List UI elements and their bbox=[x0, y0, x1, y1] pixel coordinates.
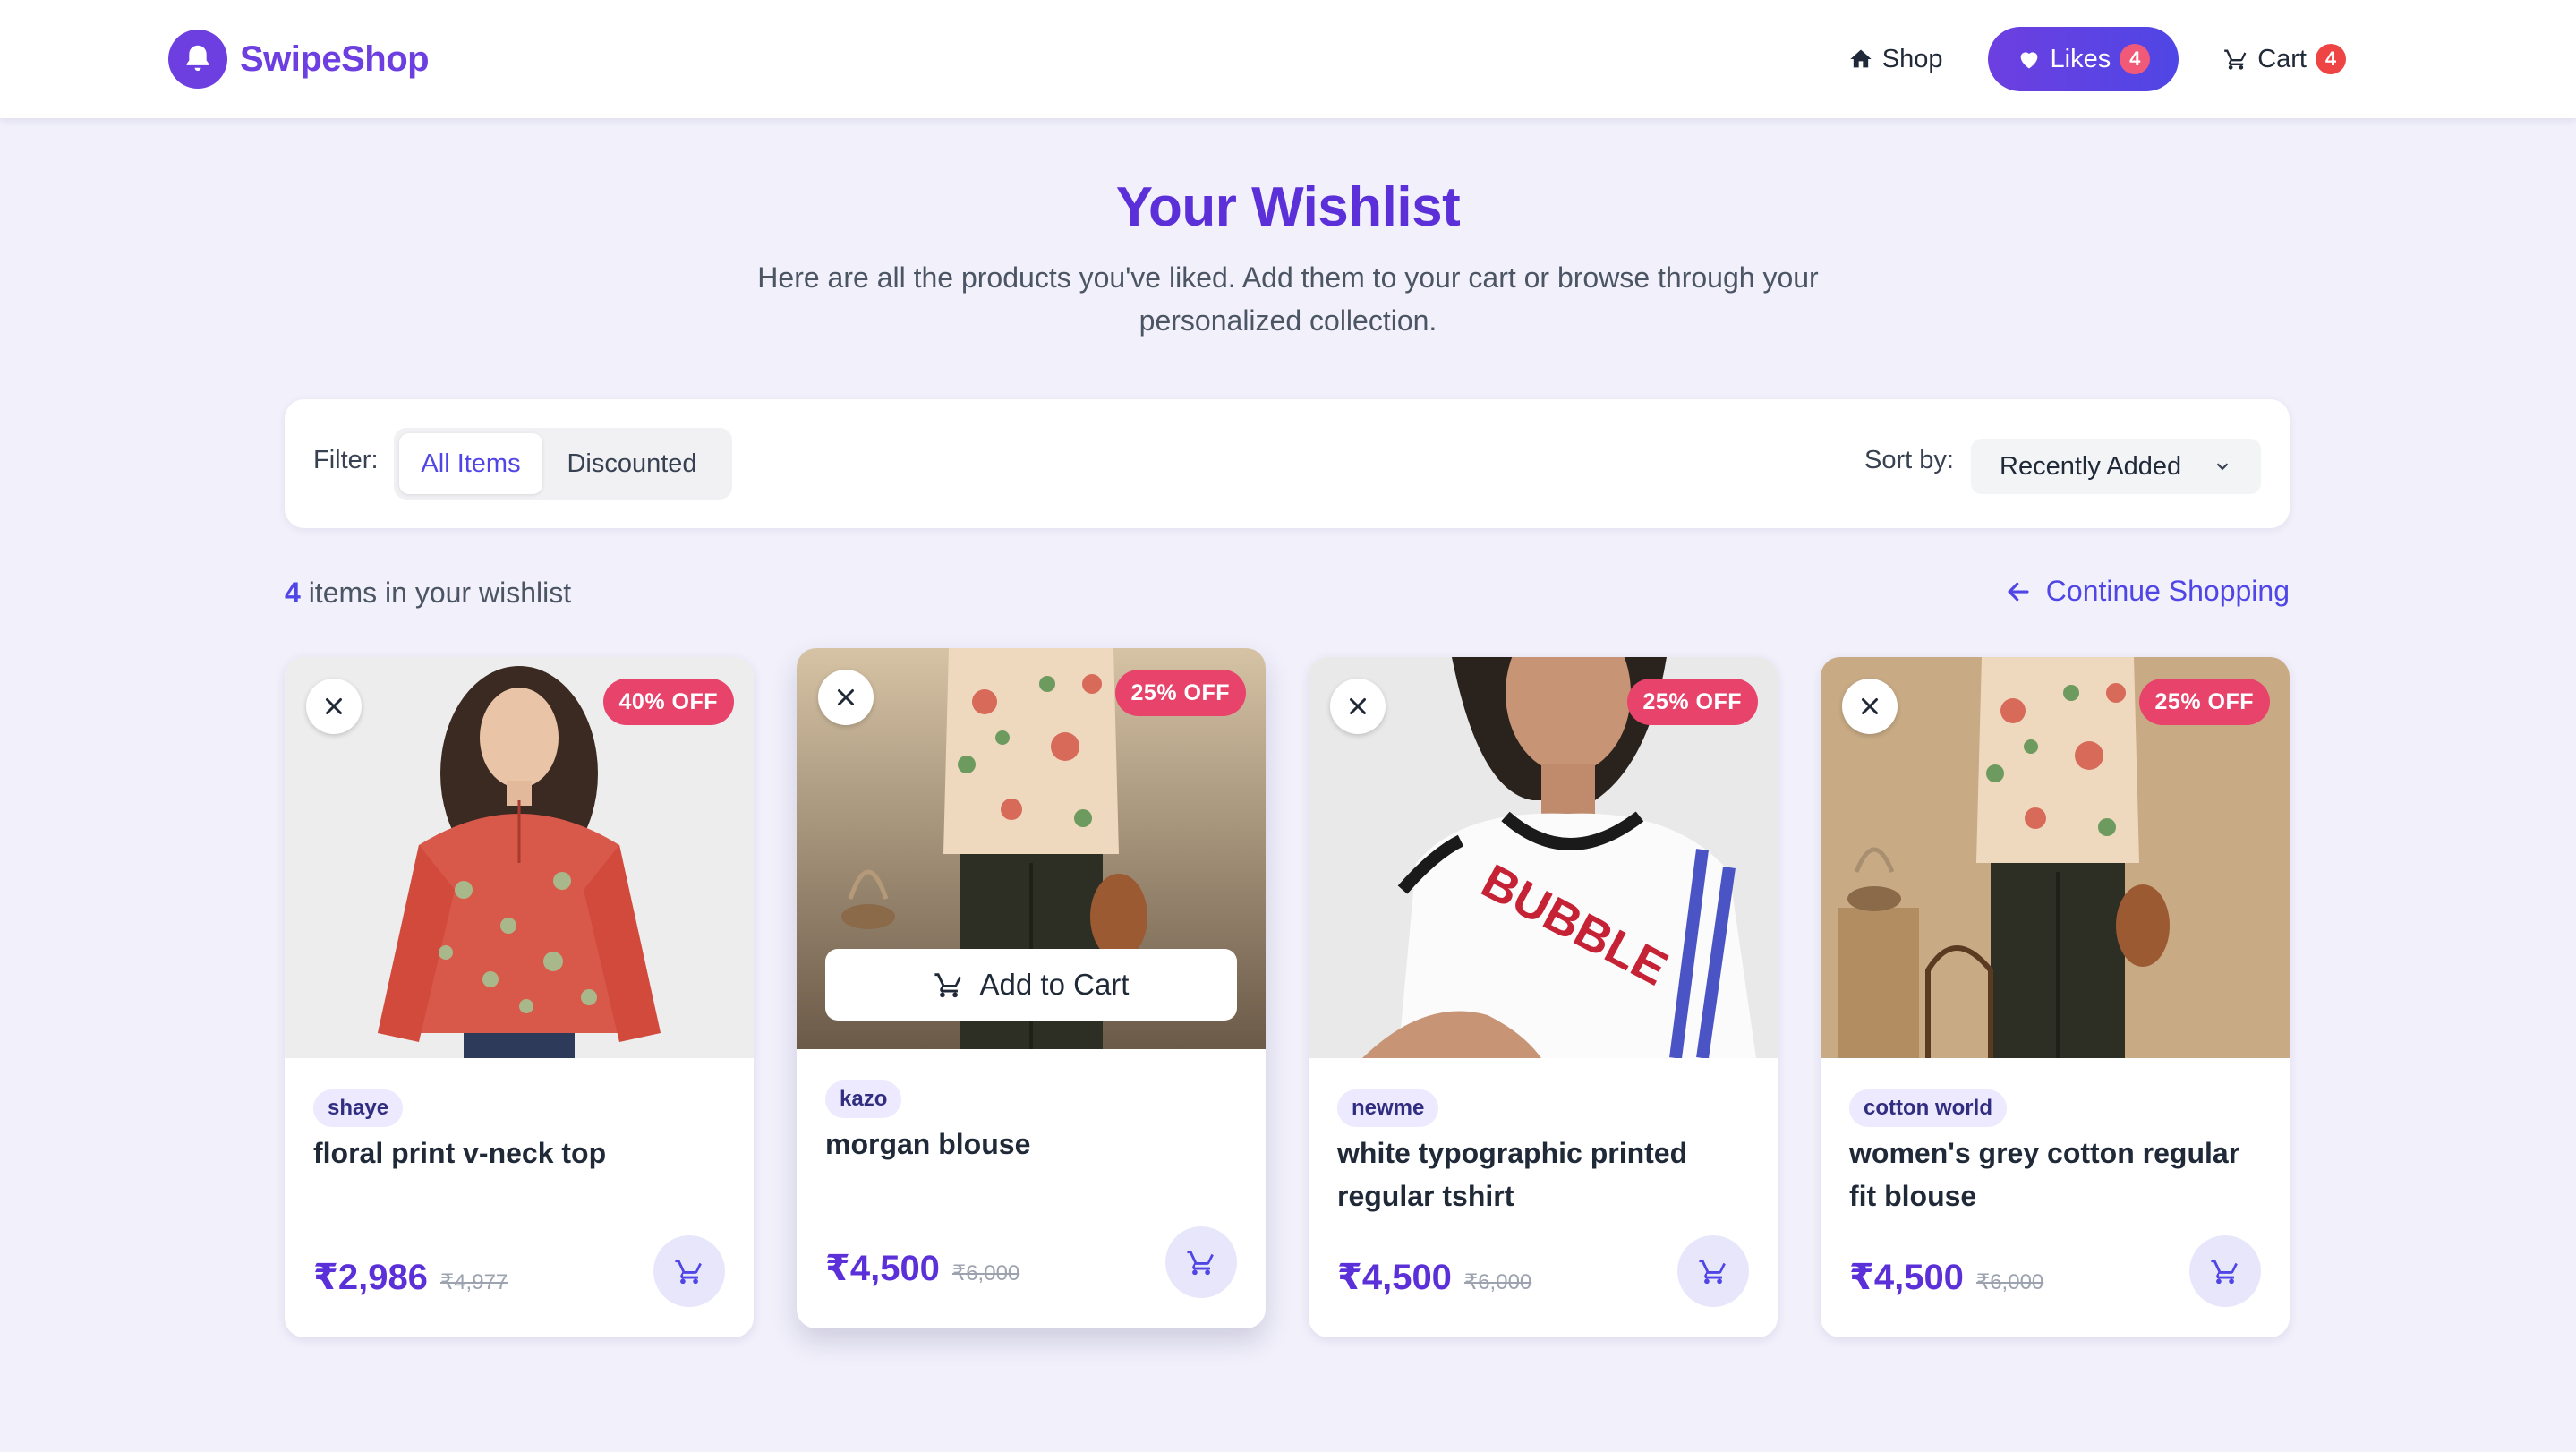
close-icon bbox=[838, 689, 854, 705]
sort-select-value: Recently Added bbox=[2000, 451, 2182, 481]
cart-icon bbox=[934, 973, 961, 998]
nav-cart-link[interactable]: Cart 4 bbox=[2195, 27, 2375, 91]
product-title[interactable]: floral print v-neck top bbox=[313, 1132, 725, 1174]
product-image[interactable]: 25% OFF bbox=[1821, 657, 2290, 1058]
product-card[interactable]: 40% OFF shaye floral print v-neck top ₹2… bbox=[285, 657, 754, 1337]
arrow-left-icon bbox=[2008, 582, 2029, 601]
add-to-cart-overlay-label: Add to Cart bbox=[979, 968, 1130, 1001]
product-image[interactable]: 40% OFF bbox=[285, 657, 754, 1058]
brand-home-link[interactable]: SwipeShop bbox=[168, 30, 430, 89]
page-subtitle: Here are all the products you've liked. … bbox=[757, 261, 1819, 337]
add-to-cart-button[interactable] bbox=[653, 1235, 725, 1307]
product-image[interactable]: 25% OFF Add to Cart bbox=[797, 648, 1266, 1049]
cart-icon bbox=[2211, 1260, 2238, 1285]
product-brand-tag: kazo bbox=[825, 1080, 902, 1118]
top-navbar: SwipeShop Shop Likes 4 Cart 4 bbox=[0, 0, 2576, 119]
add-to-cart-button[interactable] bbox=[1165, 1226, 1237, 1298]
product-original-price: ₹4,977 bbox=[439, 1270, 508, 1294]
sort-label: Sort by: bbox=[1864, 446, 1954, 474]
product-original-price: ₹6,000 bbox=[1463, 1270, 1532, 1294]
wishlist-count-text: items in your wishlist bbox=[308, 577, 572, 609]
remove-from-wishlist-button[interactable] bbox=[818, 670, 874, 725]
remove-from-wishlist-button[interactable] bbox=[1330, 679, 1386, 734]
product-card[interactable]: BUBBLE 25% OFF newme white typographic p… bbox=[1309, 657, 1778, 1337]
nav-shop-link[interactable]: Shop bbox=[1820, 27, 1972, 91]
price-row: ₹2,986 ₹4,977 bbox=[313, 1257, 508, 1298]
main-nav: Shop Likes 4 Cart 4 bbox=[1820, 27, 2375, 91]
discount-badge: 25% OFF bbox=[2138, 679, 2270, 725]
price-row: ₹4,500 ₹6,000 bbox=[1337, 1257, 1531, 1298]
continue-shopping-link[interactable]: Continue Shopping bbox=[2005, 575, 2290, 608]
product-card[interactable]: 25% OFF cotton world women's grey cotton… bbox=[1821, 657, 2290, 1337]
continue-shopping-label: Continue Shopping bbox=[2045, 575, 2290, 607]
chevron-down-icon bbox=[2216, 463, 2229, 471]
product-card[interactable]: 25% OFF Add to Cart kazo morgan blouse ₹… bbox=[797, 648, 1266, 1328]
product-title[interactable]: women's grey cotton regular fit blouse bbox=[1849, 1132, 2261, 1217]
filter-discounted-button[interactable]: Discounted bbox=[542, 433, 721, 494]
discount-badge: 40% OFF bbox=[602, 679, 734, 725]
discount-badge: 25% OFF bbox=[1114, 670, 1246, 716]
filter-all-items-button[interactable]: All Items bbox=[399, 433, 542, 494]
heart-icon bbox=[2020, 52, 2037, 69]
remove-from-wishlist-button[interactable] bbox=[1842, 679, 1898, 734]
product-image[interactable]: BUBBLE 25% OFF bbox=[1309, 657, 1778, 1058]
cart-count-badge: 4 bbox=[2316, 44, 2346, 74]
wishlist-count-number: 4 bbox=[285, 577, 301, 609]
cart-icon bbox=[2224, 49, 2247, 70]
add-to-cart-button[interactable] bbox=[1677, 1235, 1749, 1307]
close-icon bbox=[1862, 698, 1878, 714]
page-title: Your Wishlist bbox=[1115, 176, 1461, 238]
cart-icon bbox=[675, 1260, 702, 1285]
sort-select[interactable]: Recently Added bbox=[1971, 439, 2261, 494]
discount-badge: 25% OFF bbox=[1626, 679, 1758, 725]
product-original-price: ₹6,000 bbox=[1975, 1270, 2044, 1294]
product-brand-tag: newme bbox=[1337, 1089, 1439, 1127]
product-brand-tag: cotton world bbox=[1849, 1089, 2007, 1127]
nav-likes-link[interactable]: Likes 4 bbox=[1987, 27, 2179, 91]
add-to-cart-overlay-button[interactable]: Add to Cart bbox=[825, 949, 1237, 1021]
cart-icon bbox=[1187, 1251, 1214, 1276]
nav-cart-label: Cart bbox=[2257, 44, 2307, 73]
nav-likes-label: Likes bbox=[2050, 44, 2111, 73]
likes-count-badge: 4 bbox=[2120, 44, 2151, 74]
close-icon bbox=[326, 698, 342, 714]
filter-bar: Filter: All Items Discounted Sort by: Re… bbox=[285, 399, 2290, 528]
bell-icon bbox=[168, 30, 227, 89]
home-icon bbox=[1850, 49, 1872, 68]
remove-from-wishlist-button[interactable] bbox=[306, 679, 362, 734]
product-title[interactable]: morgan blouse bbox=[825, 1123, 1237, 1166]
add-to-cart-button[interactable] bbox=[2189, 1235, 2261, 1307]
price-row: ₹4,500 ₹6,000 bbox=[825, 1248, 1019, 1289]
product-brand-tag: shaye bbox=[313, 1089, 404, 1127]
filter-segmented-control: All Items Discounted bbox=[394, 428, 732, 500]
close-icon bbox=[1350, 698, 1366, 714]
price-row: ₹4,500 ₹6,000 bbox=[1849, 1257, 2043, 1298]
product-price: ₹4,500 bbox=[1337, 1258, 1452, 1297]
product-price: ₹2,986 bbox=[313, 1258, 428, 1297]
product-price: ₹4,500 bbox=[825, 1249, 940, 1288]
product-original-price: ₹6,000 bbox=[951, 1261, 1020, 1285]
cart-icon bbox=[1699, 1260, 1726, 1285]
wishlist-count: 4 items in your wishlist bbox=[285, 577, 571, 610]
filter-label: Filter: bbox=[313, 446, 379, 474]
brand-name: SwipeShop bbox=[240, 38, 430, 79]
product-price: ₹4,500 bbox=[1849, 1258, 1964, 1297]
nav-shop-label: Shop bbox=[1881, 44, 1943, 73]
product-title[interactable]: white typographic printed regular tshirt bbox=[1337, 1132, 1749, 1217]
